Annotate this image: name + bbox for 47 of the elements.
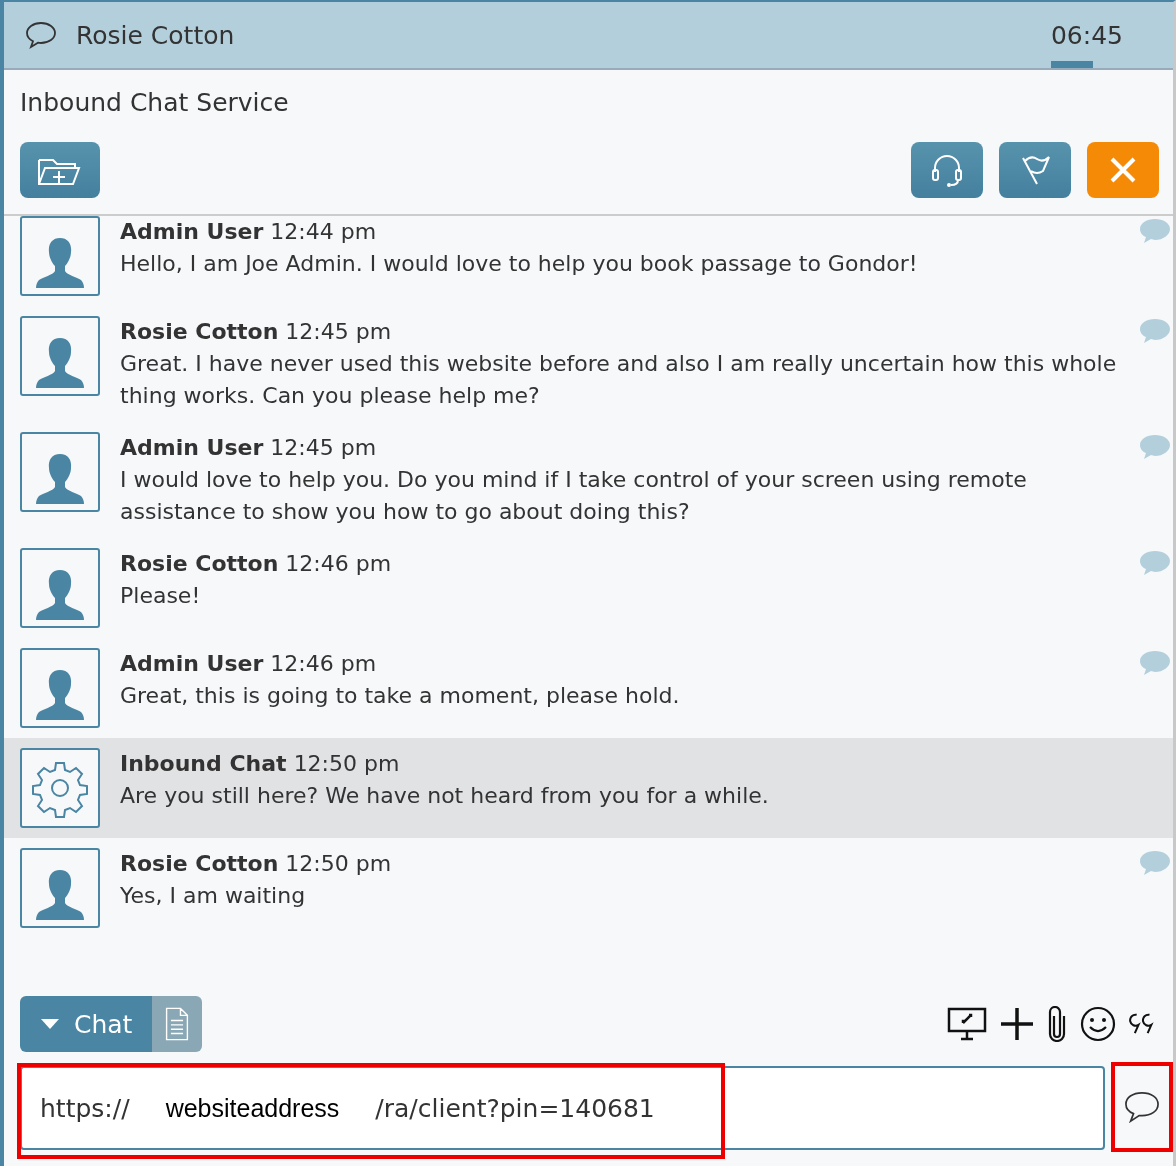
message-text: Are you still here? We have not heard from you for a while. — [120, 782, 769, 810]
message-text: Great. I have never used this website before and also I am really uncertain how this whole thing works. Can you please help me? — [120, 350, 1117, 410]
sender-name: Inbound Chat — [120, 751, 287, 776]
person-avatar-icon — [20, 548, 100, 628]
send-button[interactable] — [1111, 1062, 1173, 1152]
caret-icon — [40, 1018, 60, 1030]
message-time: 12:46 pm — [285, 551, 392, 576]
paperclip-icon[interactable] — [1047, 1006, 1067, 1042]
person-avatar-icon — [20, 648, 100, 728]
chat-bubble-icon — [24, 20, 58, 50]
url-text: /ra/client?pin=140681 — [375, 1093, 655, 1123]
message-text: I would love to help you. Do you mind if I take control of your screen using remote assistance to show you how to go about doing this? — [120, 466, 1028, 526]
plus-icon[interactable] — [999, 1006, 1035, 1042]
new-folder-button[interactable] — [20, 142, 100, 198]
gear-avatar-icon — [20, 748, 100, 828]
sender-name: Admin User — [120, 219, 264, 244]
chat-tab[interactable]: Chat — [20, 996, 153, 1052]
timer: 06:45 — [1050, 2, 1153, 68]
person-avatar-icon — [20, 216, 100, 296]
sender-name: Rosie Cotton — [120, 319, 279, 344]
headset-button[interactable] — [911, 142, 983, 198]
message-time: 12:46 pm — [270, 651, 377, 676]
message-time: 12:50 pm — [285, 851, 392, 876]
sender-name: Admin User — [120, 435, 264, 460]
message-time: 12:45 pm — [285, 319, 392, 344]
chat-bubble-icon — [1123, 1090, 1161, 1124]
person-avatar-icon — [20, 432, 100, 512]
message-time: 12:44 pm — [270, 219, 377, 244]
sender-name: Admin User — [120, 651, 264, 676]
message-time: 12:50 pm — [293, 751, 400, 776]
message-text: Great, this is going to take a moment, please hold. — [120, 682, 680, 710]
url-text: https:// — [40, 1093, 130, 1123]
remote-screen-icon[interactable] — [947, 1006, 987, 1042]
smiley-icon[interactable] — [1079, 1005, 1117, 1043]
message-text: Yes, I am waiting — [120, 882, 307, 910]
message-text: Hello, I am Joe Admin. I would love to help you book passage to Gondor! — [120, 250, 918, 278]
person-avatar-icon — [20, 848, 100, 928]
message-time: 12:45 pm — [270, 435, 377, 460]
person-avatar-icon — [20, 316, 100, 396]
sender-name: Rosie Cotton — [120, 851, 279, 876]
window-title: Rosie Cotton — [76, 20, 235, 50]
url-text: websiteaddress — [165, 1093, 340, 1123]
service-name: Inbound Chat Service — [19, 87, 290, 119]
flag-button[interactable] — [999, 142, 1071, 198]
message-text: Please! — [120, 582, 202, 610]
document-icon — [164, 1006, 191, 1042]
sender-name: Rosie Cotton — [120, 551, 279, 576]
